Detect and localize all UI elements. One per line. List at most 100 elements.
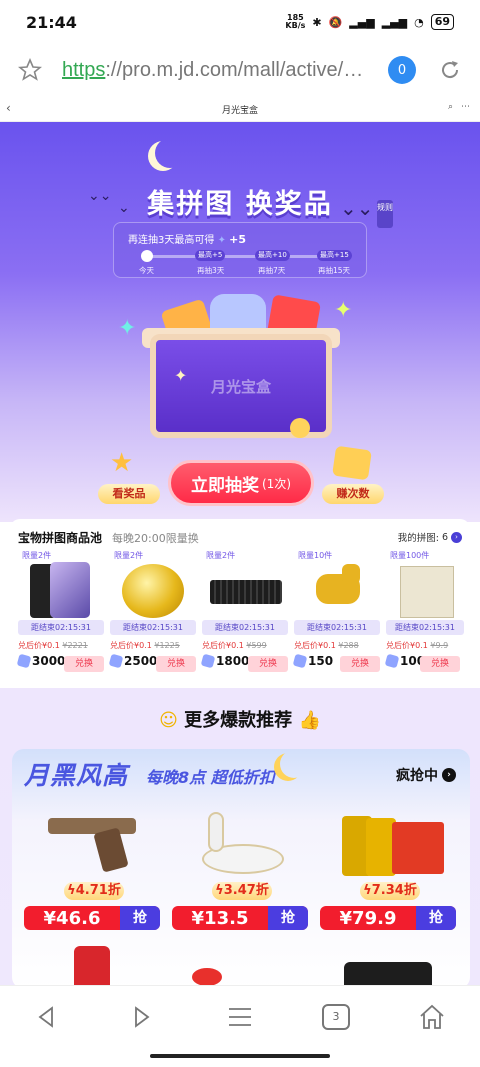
my-puzzles-label: 我的拼图: (397, 533, 439, 544)
nav-tabs-button[interactable]: 3 (316, 1002, 356, 1032)
back-icon[interactable]: ‹ (6, 101, 11, 115)
chevron-right-icon: › (451, 531, 462, 543)
redeem-button[interactable]: 兑换 (156, 656, 196, 672)
puzzle-piece-icon (292, 653, 308, 669)
forward-arrow-icon (135, 1006, 150, 1028)
puzzle-product-pool: 宝物拼图商品池 每晚20:00限量换 我的拼图: 6 › 限量2件 距结束02:… (10, 519, 470, 682)
original-price: ¥288 (338, 641, 359, 650)
banner-subtitle: 每晚8点 超低折扣 (146, 768, 275, 787)
countdown-timer: 距结束02:15:31 (386, 620, 464, 635)
redeem-button[interactable]: 兑换 (64, 656, 104, 672)
puzzle-piece-icon: ✦ (217, 235, 226, 246)
deal-price-bar: ¥46.6 抢 (24, 906, 160, 930)
star-icon: ✦ (334, 298, 353, 323)
price-info: 兑后价¥0.1 ¥2221 (18, 640, 88, 651)
rules-button[interactable]: 规则 (377, 200, 393, 228)
price-info: 兑后价¥0.1 ¥288 (294, 640, 359, 651)
price-info: 兑后价¥0.1 ¥1225 (110, 640, 180, 651)
redeem-button[interactable]: 兑换 (340, 656, 380, 672)
url-field[interactable]: https://pro.m.jd.com/mall/active/… (62, 59, 374, 82)
menu-icon (229, 1008, 251, 1026)
countdown-timer: 距结束02:15:31 (110, 620, 196, 635)
piece-cost: 1800 (200, 653, 250, 669)
search-icon[interactable]: ⌕ (448, 102, 453, 112)
pool-product-card[interactable]: 限量2件 距结束02:15:31 兑后价¥0.1 ¥2221 3000 兑换 (16, 550, 104, 674)
net-speed: 185 KB/s (285, 14, 305, 30)
deal-price: ¥13.5 (191, 907, 249, 929)
revolver-image (40, 808, 148, 880)
snapping-up-link[interactable]: 疯抢中 › (396, 765, 456, 785)
piece-cost: 2500 (108, 653, 157, 669)
nav-home-button[interactable] (412, 1002, 452, 1032)
deal-price-bar: ¥79.9 抢 (320, 906, 456, 930)
signal-icon-2: ▂▄▆ (381, 15, 408, 29)
swan-float-image (188, 808, 296, 880)
redeem-price: 兑后价¥0.1 (386, 641, 428, 650)
deal-card[interactable]: ϟ7.34折 ¥79.9 抢 (320, 800, 460, 932)
piece-count: 150 (308, 654, 334, 668)
milestone-label: 再抽15天 (318, 266, 351, 275)
refresh-icon[interactable] (438, 58, 462, 82)
earn-draws-button[interactable]: 赚次数 (322, 484, 384, 504)
more-icon[interactable]: ⋯ (461, 102, 470, 112)
grab-button[interactable]: 抢 (120, 906, 160, 930)
draw-now-button[interactable]: 立即抽奖 (1次) (168, 460, 314, 506)
more-hot-label: 更多爆款推荐 (184, 710, 293, 731)
countdown-timer: 距结束02:15:31 (202, 620, 288, 635)
url-rest: ://pro.m.jd.com/mall/active/… (105, 58, 364, 81)
snack-box-image (394, 560, 464, 620)
pool-product-card[interactable]: 限量2件 距结束02:15:31 兑后价¥0.1 ¥1225 2500 兑换 (108, 550, 196, 674)
draw-button-label: 立即抽奖 (191, 475, 259, 496)
milestone-badge: 最高+5 (195, 250, 226, 261)
nav-forward-button[interactable] (122, 1002, 162, 1032)
pool-subtitle: 每晚20:00限量换 (112, 532, 199, 545)
coin-icon (290, 418, 310, 438)
deal-card[interactable]: ϟ3.47折 ¥13.5 抢 (172, 800, 312, 932)
view-prizes-button[interactable]: 看奖品 (98, 484, 160, 504)
discount-value: 4.71折 (75, 883, 121, 898)
tab-count-button[interactable]: 0 (388, 56, 416, 84)
deal-price: ¥46.6 (43, 907, 101, 929)
my-puzzles-link[interactable]: 我的拼图: 6 › (398, 530, 462, 544)
star-icon: ✦ (174, 366, 188, 385)
pool-product-card[interactable]: 限量10件 距结束02:15:31 兑后价¥0.1 ¥288 150 兑换 (292, 550, 380, 674)
nav-menu-button[interactable] (220, 1002, 260, 1032)
gold-ingot-image (118, 560, 188, 620)
lightning-icon: ϟ (363, 883, 372, 898)
redeem-button[interactable]: 兑换 (248, 656, 288, 672)
milestone-label: 再抽7天 (258, 266, 286, 275)
gift-star-icon: ★ (110, 448, 134, 478)
star-icon: ✦ (118, 316, 137, 341)
piece-cost: 150 (292, 653, 334, 669)
countdown-timer: 距结束02:15:31 (294, 620, 380, 635)
title-icons: ⌕ ⋯ (448, 102, 470, 112)
url-scheme: https (62, 58, 106, 81)
wifi-icon: ◔ (414, 15, 424, 29)
nav-back-button[interactable] (26, 1002, 66, 1032)
grab-button[interactable]: 抢 (416, 906, 456, 930)
streak-progress-dot (141, 250, 153, 262)
deal-card[interactable]: ϟ4.71折 ¥46.6 抢 (24, 800, 164, 932)
smile-icon: ☺ (159, 710, 178, 731)
streak-progress-track (150, 255, 320, 258)
energy-drink-image (336, 808, 444, 880)
bookmark-star-icon[interactable] (18, 58, 42, 82)
piece-count: 1800 (216, 654, 250, 668)
my-puzzles-count: 6 (441, 531, 448, 543)
puzzle-piece-icon (384, 653, 400, 669)
pool-product-card[interactable]: 限量100件 距结束02:15:31 兑后价¥0.1 ¥9.9 100 兑换 (384, 550, 464, 674)
deal-price: ¥79.9 (339, 907, 397, 929)
net-speed-unit: KB/s (285, 21, 306, 30)
redeem-price: 兑后价¥0.1 (18, 641, 60, 650)
hero-banner: ⌄⌄ ⌄ ⌄⌄ 集拼图 换奖品 规则 再连抽3天最高可得 ✦ +5 最高+5 最… (0, 122, 480, 522)
discount-value: 7.34折 (371, 883, 417, 898)
snapping-up-label: 疯抢中 (396, 768, 438, 784)
redeem-button[interactable]: 兑换 (420, 656, 460, 672)
grab-button[interactable]: 抢 (268, 906, 308, 930)
pool-product-card[interactable]: 限量2件 距结束02:15:31 兑后价¥0.1 ¥599 1800 兑换 (200, 550, 288, 674)
piece-cost: 3000 (16, 653, 65, 669)
redeem-price: 兑后价¥0.1 (202, 641, 244, 650)
chevron-right-icon: › (442, 768, 456, 782)
battery-icon: 69 (430, 14, 454, 30)
page-title: 月光宝盒 (221, 106, 258, 116)
